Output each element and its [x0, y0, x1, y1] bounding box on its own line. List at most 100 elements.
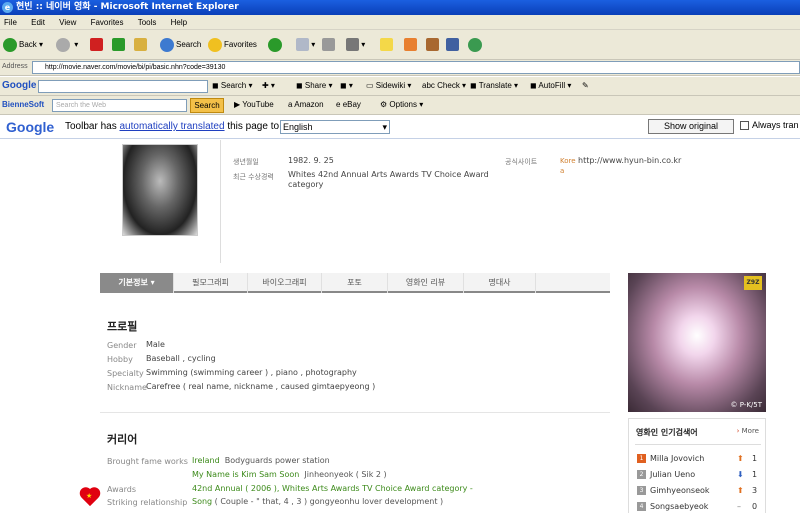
yahoo-search-button[interactable]: Search [190, 98, 224, 113]
tab-reviews[interactable]: 영화인 리뷰 [388, 273, 464, 293]
address-bar: Address http://movie.naver.com/movie/bi/… [0, 60, 800, 76]
menu-view[interactable]: View [59, 18, 76, 27]
menu-edit[interactable]: Edit [31, 18, 45, 27]
google-search-button[interactable]: ◼ Search ▾ [212, 81, 252, 90]
profile-value: Swimming (swimming career ) , piano , ph… [146, 368, 357, 377]
menu-file[interactable]: File [4, 18, 17, 27]
tab-quotes[interactable]: 명대사 [464, 273, 536, 293]
list-item[interactable]: 1 Milla Jovovich ⬆ 1 [637, 453, 763, 465]
translate-button[interactable]: ◼ Translate ▾ [470, 81, 518, 90]
check-button[interactable]: abc Check ▾ [422, 81, 466, 90]
chevron-right-icon: › [736, 427, 740, 435]
forward-button[interactable]: ▾ [56, 37, 78, 53]
translated-link[interactable]: automatically translated [119, 121, 224, 132]
autofill-button[interactable]: ◼ AutoFill ▾ [530, 81, 571, 90]
note-icon [380, 38, 393, 52]
note-button[interactable] [380, 37, 393, 53]
browser-window: e 현빈 :: 네이버 영화 - Microsoft Internet Expl… [0, 0, 800, 513]
list-item[interactable]: 3 Gimhyeonseok ⬆ 3 [637, 485, 763, 497]
tab-filmography[interactable]: 필모그래피 [174, 273, 248, 293]
edit-button[interactable]: ▾ [346, 37, 365, 53]
menu-favorites[interactable]: Favorites [91, 18, 124, 27]
sidewiki-button[interactable]: ▭ Sidewiki ▾ [366, 81, 411, 90]
more-link[interactable]: › More [737, 427, 759, 435]
actor-photo [122, 144, 198, 236]
striking-label: Striking relationship [107, 498, 188, 507]
profile-value: Baseball , cycling [146, 354, 216, 363]
popular-title: 영화인 인기검색어 [636, 428, 698, 437]
banner-caption: © P-K/5T [730, 401, 763, 409]
options-button[interactable]: ⚙ Options ▾ [380, 100, 423, 109]
messenger-icon [468, 37, 482, 52]
language-select[interactable]: English ▾ [280, 120, 390, 134]
youtube-link[interactable]: ▶ YouTube [234, 100, 274, 109]
list-item[interactable]: 4 Songsaebyeok –0 [637, 501, 763, 513]
menu-tools[interactable]: Tools [138, 18, 157, 27]
work-link[interactable]: My Name is Kim Sam Soon [192, 470, 299, 479]
ebay-link[interactable]: e eBay [336, 100, 361, 109]
address-input[interactable]: http://movie.naver.com/movie/bi/pi/basic… [32, 61, 800, 74]
history-button[interactable] [268, 37, 284, 53]
popular-search-box: 영화인 인기검색어 › More 1 Milla Jovovich ⬆ 1 2 Juli… [628, 418, 766, 513]
back-button[interactable]: Back ▾ [3, 37, 43, 53]
autofill-icon: ◼ [530, 81, 537, 90]
youtube-icon: ▶ [234, 100, 241, 109]
mail-button[interactable]: ▾ [296, 37, 315, 53]
tab-photo[interactable]: 포토 [322, 273, 388, 293]
work-link[interactable]: Ireland [192, 456, 220, 465]
stop-button[interactable] [90, 37, 103, 53]
bookmark-button[interactable]: ◼ ▾ [340, 81, 353, 90]
ebay-icon: e [336, 100, 341, 109]
always-translate-checkbox[interactable]: Always tran [740, 120, 799, 131]
trend-down-icon: ⬇ [737, 470, 744, 479]
google-search-input[interactable] [38, 80, 208, 93]
section-divider [100, 412, 610, 413]
award-value: Whites 42nd Annual Arts Awards TV Choice… [288, 170, 489, 189]
highlight-button[interactable] [404, 37, 417, 53]
sidewiki-icon: ▭ [366, 81, 374, 90]
search-button[interactable]: Search [160, 37, 201, 53]
list-item[interactable]: 2 Julian Ueno ⬇ 1 [637, 469, 763, 481]
site-url[interactable]: http://www.hyun-bin.co.kr [578, 156, 681, 166]
search-icon: ◼ [212, 81, 219, 90]
tab-biography[interactable]: 바이오그래피 [248, 273, 322, 293]
show-original-button[interactable]: Show original [648, 119, 734, 134]
pencil-button[interactable]: ✎ [582, 81, 589, 90]
stop-icon [90, 38, 103, 52]
tab-bar: 기본정보 ▾ 필모그래피 바이오그래피 포토 영화인 리뷰 명대사 [100, 273, 610, 293]
plus-button[interactable]: ✚ ▾ [262, 81, 275, 90]
ad-banner[interactable]: Z9Z © P-K/5T [628, 273, 766, 412]
research-button[interactable] [426, 37, 439, 53]
awards-value: 42nd Annual ( 2006 ), Whites Arts Awards… [192, 484, 473, 493]
profile-label: Hobby [107, 355, 133, 364]
translate-message: Toolbar has automatically translated thi… [65, 121, 280, 132]
print-button[interactable] [322, 37, 335, 53]
search-icon [160, 37, 174, 52]
google-toolbar: Google ◼ Search ▾ ✚ ▾ ◼ Share ▾ ◼ ▾ ▭ Si… [0, 77, 800, 96]
yahoo-toolbar: BienneSoft Search the Web Search ▶ YouTu… [0, 96, 800, 115]
award-label: 최근 수상경력 [233, 173, 274, 181]
edit-icon [346, 38, 359, 52]
refresh-button[interactable] [112, 37, 125, 53]
trend-flat-icon: – [737, 502, 741, 511]
work-link[interactable]: Song [192, 497, 212, 506]
messenger-button[interactable] [468, 37, 484, 53]
media-button[interactable] [446, 37, 459, 53]
share-button[interactable]: ◼ Share ▾ [296, 81, 332, 90]
amazon-link[interactable]: a Amazon [288, 100, 324, 109]
amazon-icon: a [288, 100, 293, 109]
birth-label: 생년월일 [233, 158, 259, 166]
profile-value: Male [146, 340, 165, 349]
refresh-icon [112, 38, 125, 52]
favorites-button[interactable]: Favorites [208, 37, 257, 53]
tab-basic-info[interactable]: 기본정보 ▾ [100, 273, 174, 293]
yahoo-search-input[interactable]: Search the Web [52, 99, 187, 112]
profile-value: Carefree ( real name, nickname , caused … [146, 382, 376, 391]
trend-up-icon: ⬆ [737, 486, 744, 495]
profile-label: Specialty [107, 369, 144, 378]
info-divider [220, 140, 221, 263]
heart-icon: ★ [80, 488, 102, 508]
menu-help[interactable]: Help [171, 18, 187, 27]
forward-arrow-icon [56, 37, 70, 52]
home-button[interactable] [134, 37, 147, 53]
